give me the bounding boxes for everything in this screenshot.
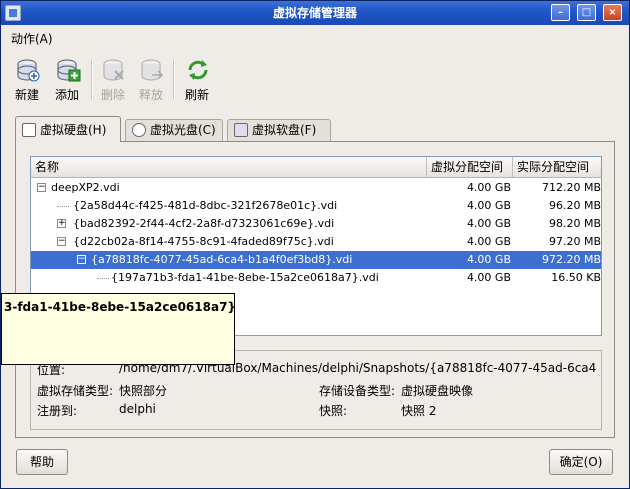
new-label: 新建 (14, 88, 39, 102)
expand-icon[interactable]: + (57, 219, 66, 228)
row-virtual-size: 4.00 GB (466, 235, 511, 248)
refresh-button[interactable]: 刷新 (177, 55, 217, 103)
menu-bar: 动作(A) (1, 25, 629, 47)
table-row-selected[interactable]: − {a78818fc-4077-45ad-6ca4-b1a4f0ef3bd8}… (31, 251, 601, 269)
row-actual-size: 712.20 MB (541, 181, 601, 194)
row-name: {d22cb02a-8f14-4755-8c91-4faded89f75c}.v… (73, 235, 334, 248)
registered-label: 注册到: (37, 404, 78, 418)
toolbar-separator (173, 59, 175, 99)
device-type-label: 存储设备类型: (319, 384, 396, 398)
tooltip-text: 3-fda1-41be-8ebe-15a2ce0618a7}.vdi (4, 300, 234, 314)
row-actual-size: 98.20 MB (548, 217, 601, 230)
tab-label: 虚拟光盘(C) (150, 123, 216, 137)
collapse-icon[interactable]: − (77, 255, 86, 264)
row-actual-size: 16.50 KB (551, 271, 601, 284)
tooltip: 3-fda1-41be-8ebe-15a2ce0618a7}.vdi (1, 293, 235, 365)
refresh-label: 刷新 (184, 88, 209, 102)
row-name: {2a58d44c-f425-481d-8dbc-321f2678e01c}.v… (73, 199, 338, 212)
column-actual-size[interactable]: 实际分配空间 (513, 157, 601, 177)
row-actual-size: 972.20 MB (541, 253, 601, 266)
tree-connector (97, 278, 109, 280)
tab-label: 虚拟软盘(F) (252, 123, 317, 137)
refresh-icon (188, 60, 208, 80)
row-virtual-size: 4.00 GB (466, 181, 511, 194)
registered-value: delphi (119, 402, 156, 416)
row-actual-size: 96.20 MB (548, 199, 601, 212)
tab-bar: 虚拟硬盘(H) 虚拟光盘(C) 虚拟软盘(F) (15, 116, 615, 142)
add-button[interactable]: 添加 (47, 55, 87, 103)
table-row[interactable]: {2a58d44c-f425-481d-8dbc-321f2678e01c}.v… (31, 197, 601, 215)
title-bar: 虚拟存储管理器 – □ × (1, 1, 629, 25)
new-disk-icon (17, 59, 40, 82)
tab-cd-dvd[interactable]: 虚拟光盘(C) (125, 119, 223, 141)
release-disk-icon (141, 59, 164, 81)
device-type-value: 虚拟硬盘映像 (401, 384, 474, 398)
delete-label: 删除 (100, 88, 125, 102)
help-button[interactable]: 帮助 (16, 449, 68, 475)
storage-type-value: 快照部分 (119, 384, 168, 398)
menu-action[interactable]: 动作(A) (11, 30, 53, 47)
add-label: 添加 (54, 88, 79, 102)
column-virtual-size[interactable]: 虚拟分配空间 (427, 157, 513, 177)
row-name: deepXP2.vdi (51, 181, 120, 194)
tab-panel: 名称 虚拟分配空间 实际分配空间 − deepXP2.vdi 4.00 GB 7… (15, 141, 615, 438)
row-virtual-size: 4.00 GB (466, 253, 511, 266)
release-button[interactable]: 释放 (131, 55, 171, 103)
tab-label: 虚拟硬盘(H) (40, 123, 107, 137)
minimize-button[interactable]: – (551, 4, 570, 21)
new-button[interactable]: 新建 (7, 55, 47, 103)
row-virtual-size: 4.00 GB (466, 217, 511, 230)
close-button[interactable]: × (603, 4, 622, 21)
maximize-button[interactable]: □ (577, 4, 596, 21)
collapse-icon[interactable]: − (37, 183, 46, 192)
delete-disk-icon (103, 59, 124, 81)
table-row[interactable]: − deepXP2.vdi 4.00 GB 712.20 MB (31, 179, 601, 197)
row-actual-size: 97.20 MB (548, 235, 601, 248)
floppy-icon (234, 123, 248, 137)
column-name[interactable]: 名称 (31, 157, 427, 177)
row-virtual-size: 4.00 GB (466, 199, 511, 212)
tree-header: 名称 虚拟分配空间 实际分配空间 (31, 157, 601, 178)
row-name: {bad82392-2f44-4cf2-2a8f-d7323061c69e}.v… (73, 217, 335, 230)
collapse-icon[interactable]: − (57, 237, 66, 246)
toolbar: 新建 添加 删除 释放 刷新 (1, 51, 629, 105)
table-row[interactable]: − {d22cb02a-8f14-4755-8c91-4faded89f75c}… (31, 233, 601, 251)
tab-floppy[interactable]: 虚拟软盘(F) (227, 119, 331, 141)
row-name: {197a71b3-fda1-41be-8ebe-15a2ce0618a7}.v… (111, 271, 379, 284)
table-row[interactable]: + {bad82392-2f44-4cf2-2a8f-d7323061c69e}… (31, 215, 601, 233)
add-disk-icon (57, 59, 81, 82)
row-name: {a78818fc-4077-45ad-6ca4-b1a4f0ef3bd8}.v… (91, 253, 353, 266)
row-virtual-size: 4.00 GB (466, 271, 511, 284)
delete-button[interactable]: 删除 (93, 55, 133, 103)
cd-icon (132, 123, 146, 137)
storage-type-label: 虚拟存储类型: (37, 384, 114, 398)
release-label: 释放 (138, 88, 163, 102)
main-window: 虚拟存储管理器 – □ × 动作(A) 新建 添加 删除 释放 刷新 虚拟硬盘(… (0, 0, 630, 489)
tab-hard-disks[interactable]: 虚拟硬盘(H) (15, 116, 121, 142)
window-title: 虚拟存储管理器 (272, 6, 357, 20)
ok-button[interactable]: 确定(O) (549, 449, 613, 475)
snapshot-value: 快照 2 (401, 404, 437, 418)
tree-connector (57, 206, 69, 208)
hard-disk-icon (22, 123, 36, 137)
table-row[interactable]: {197a71b3-fda1-41be-8ebe-15a2ce0618a7}.v… (31, 269, 601, 287)
snapshot-label: 快照: (319, 404, 348, 418)
